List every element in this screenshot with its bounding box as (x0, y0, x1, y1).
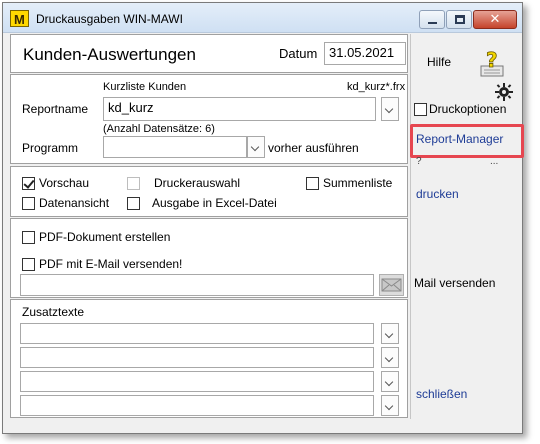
help-button[interactable]: Hilfe (427, 55, 451, 69)
short-list-label: Kurzliste Kunden (103, 81, 187, 93)
report-manager-highlight (410, 124, 524, 158)
print-options-checkbox[interactable] (414, 103, 427, 116)
extra-texts-label: Zusatztexte (22, 305, 85, 319)
data-view-label: Datenansicht (39, 196, 110, 210)
extra-text-dropdown-2[interactable] (381, 347, 399, 368)
sum-list-checkbox[interactable] (306, 177, 319, 190)
program-dropdown-button[interactable] (247, 136, 265, 158)
record-count-text: (Anzahl Datensätze: 6) (103, 123, 215, 135)
date-value: 31.05.2021 (329, 45, 395, 60)
gear-icon[interactable] (495, 83, 513, 101)
extra-text-dropdown-4[interactable] (381, 395, 399, 416)
data-view-checkbox[interactable] (22, 197, 35, 210)
reportname-dropdown-button[interactable] (381, 97, 399, 121)
app-logo-icon: M (10, 10, 29, 27)
question-mark-text: ? (416, 156, 422, 167)
title-bar[interactable]: M Druckausgaben WIN-MAWI ✕ (3, 3, 522, 33)
date-field[interactable]: 31.05.2021 (324, 42, 406, 65)
reportname-label: Reportname (22, 102, 89, 116)
program-field[interactable] (103, 136, 247, 158)
pdf-panel: PDF-Dokument erstellen PDF mit E-Mail ve… (10, 218, 408, 298)
sum-list-label: Summenliste (323, 176, 393, 190)
minimize-icon (428, 22, 437, 24)
excel-output-checkbox[interactable] (127, 197, 140, 210)
page-title: Kunden-Auswertungen (23, 45, 196, 64)
email-envelope-button[interactable] (379, 274, 404, 296)
options-panel: Vorschau Druckerauswahl Summenliste Date… (10, 166, 408, 217)
print-dialog-window: M Druckausgaben WIN-MAWI ✕ Kunden-Auswer… (2, 2, 524, 434)
create-pdf-label: PDF-Dokument erstellen (39, 230, 171, 244)
run-before-label: vorher ausführen (268, 141, 359, 155)
excel-output-label: Ausgabe in Excel-Datei (152, 196, 277, 210)
print-label: drucken (416, 187, 459, 201)
pdf-path-field[interactable] (20, 274, 374, 296)
print-link[interactable]: drucken (416, 187, 459, 201)
minimize-button[interactable] (419, 10, 445, 29)
printer-select-checkbox (127, 177, 140, 190)
envelope-icon (381, 278, 402, 292)
close-window-button[interactable]: ✕ (473, 10, 517, 29)
extra-text-field-4[interactable] (20, 395, 374, 416)
sidebar-divider (410, 34, 411, 419)
report-panel: Kurzliste Kunden kd_kurz*.frx Reportname… (10, 74, 408, 164)
header-panel: Kunden-Auswertungen Datum 31.05.2021 (10, 34, 408, 73)
send-mail-label: Mail versenden (414, 276, 496, 290)
help-label: Hilfe (427, 55, 452, 69)
svg-text:?: ? (486, 48, 498, 72)
extra-text-dropdown-1[interactable] (381, 323, 399, 344)
extra-texts-panel: Zusatztexte (10, 299, 408, 418)
reportname-field[interactable]: kd_kurz (103, 97, 376, 121)
create-pdf-checkbox[interactable] (22, 231, 35, 244)
preview-label: Vorschau (39, 176, 90, 190)
maximize-icon (455, 15, 465, 24)
close-label: schließen (416, 387, 468, 401)
close-icon: ✕ (489, 12, 501, 27)
report-file-label: kd_kurz*.frx (347, 81, 406, 93)
send-mail-button[interactable]: Mail versenden (414, 276, 495, 290)
send-pdf-label: PDF mit E-Mail versenden! (39, 257, 183, 271)
ellipsis-text: ... (490, 156, 499, 167)
extra-text-dropdown-3[interactable] (381, 371, 399, 392)
window-title: Druckausgaben WIN-MAWI (36, 12, 183, 26)
maximize-button[interactable] (446, 10, 472, 29)
help-question-icon[interactable]: ? (480, 48, 506, 78)
program-label: Programm (22, 141, 79, 155)
close-link[interactable]: schließen (416, 387, 467, 401)
preview-checkbox[interactable] (22, 177, 35, 190)
print-options-label: Druckoptionen (429, 102, 507, 116)
send-pdf-checkbox[interactable] (22, 258, 35, 271)
extra-text-field-3[interactable] (20, 371, 374, 392)
date-label: Datum (279, 46, 318, 61)
reportname-value: kd_kurz (108, 100, 154, 115)
extra-text-field-1[interactable] (20, 323, 374, 344)
extra-text-field-2[interactable] (20, 347, 374, 368)
printer-select-label: Druckerauswahl (154, 176, 241, 190)
